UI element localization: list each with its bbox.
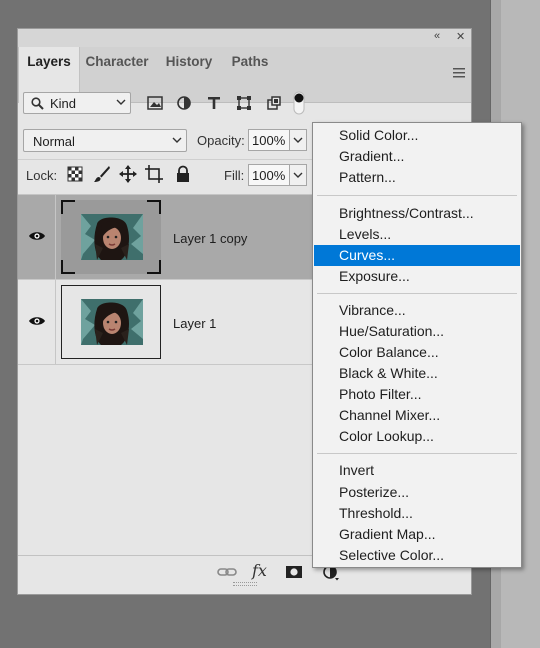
chevron-down-icon [116, 99, 126, 105]
selection-bracket [147, 260, 161, 274]
smart-object-filter-icon[interactable] [264, 93, 284, 113]
lock-label: Lock: [26, 168, 58, 183]
menu-item-threshold[interactable]: Threshold... [314, 503, 520, 524]
layer-name[interactable]: Layer 1 [173, 316, 216, 331]
tab-label: Paths [231, 54, 269, 69]
shape-filter-icon[interactable] [234, 93, 254, 113]
tab-label: Character [85, 54, 149, 69]
blend-mode-select[interactable]: Normal [23, 129, 187, 152]
menu-separator [317, 453, 517, 454]
kind-label: Kind [50, 96, 77, 111]
lock-position-move-icon[interactable] [119, 165, 137, 183]
chevron-down-icon [293, 137, 303, 143]
menu-item-black-white[interactable]: Black & White... [314, 363, 520, 384]
menu-item-vibrance[interactable]: Vibrance... [314, 300, 520, 321]
tab-label: History [165, 54, 213, 69]
selection-bracket [147, 200, 161, 214]
menu-item-channel-mixer[interactable]: Channel Mixer... [314, 405, 520, 426]
fx-icon[interactable]: fx [252, 561, 272, 580]
kind-filter-select[interactable]: Kind [23, 92, 131, 114]
search-icon [31, 97, 44, 110]
menu-item-curves[interactable]: Curves... [314, 245, 520, 266]
opacity-input[interactable]: 100% [248, 129, 290, 151]
visibility-cell[interactable] [18, 195, 56, 279]
blend-mode-value: Normal [33, 134, 75, 149]
menu-item-hue-saturation[interactable]: Hue/Saturation... [314, 321, 520, 342]
portrait-photo [81, 299, 143, 345]
fill-input[interactable]: 100% [248, 164, 290, 186]
menu-item-brightness-contrast[interactable]: Brightness/Contrast... [314, 203, 520, 224]
close-icon[interactable]: ✕ [456, 30, 465, 43]
adjustment-layer-menu: Solid Color... Gradient... Pattern... Br… [312, 122, 522, 568]
collapse-icon[interactable]: « [434, 30, 440, 42]
selection-bracket [61, 200, 75, 214]
type-filter-icon[interactable] [204, 93, 224, 113]
visibility-cell[interactable] [18, 280, 56, 364]
opacity-dropdown-button[interactable] [289, 129, 307, 151]
add-mask-icon[interactable] [284, 563, 304, 581]
menu-separator [317, 293, 517, 294]
menu-item-posterize[interactable]: Posterize... [314, 482, 520, 503]
menu-item-color-balance[interactable]: Color Balance... [314, 342, 520, 363]
opacity-label: Opacity: [197, 133, 245, 148]
layer-thumbnail[interactable] [61, 200, 161, 274]
chevron-down-icon [172, 137, 182, 143]
menu-item-levels[interactable]: Levels... [314, 224, 520, 245]
eye-icon[interactable] [28, 230, 46, 242]
panel-resize-grip[interactable] [233, 582, 257, 586]
fill-label: Fill: [224, 168, 245, 183]
layer-thumbnail[interactable] [61, 285, 161, 359]
panel-menu-icon[interactable] [453, 68, 465, 78]
menu-item-invert[interactable]: Invert [314, 460, 520, 481]
menu-item-gradient-map[interactable]: Gradient Map... [314, 524, 520, 545]
menu-item-solid-color[interactable]: Solid Color... [314, 125, 520, 146]
layer-name[interactable]: Layer 1 copy [173, 231, 247, 246]
eye-icon[interactable] [28, 315, 46, 327]
image-filter-icon[interactable] [145, 93, 165, 113]
menu-item-gradient[interactable]: Gradient... [314, 146, 520, 167]
portrait-photo [81, 214, 143, 260]
adjustment-filter-icon[interactable] [174, 93, 194, 113]
menu-item-photo-filter[interactable]: Photo Filter... [314, 384, 520, 405]
menu-item-color-lookup[interactable]: Color Lookup... [314, 426, 520, 447]
filter-toggle-icon[interactable] [292, 91, 306, 115]
lock-pixels-brush-icon[interactable] [93, 165, 111, 183]
menu-item-exposure[interactable]: Exposure... [314, 266, 520, 287]
panel-titlebar[interactable]: « ✕ [18, 29, 471, 47]
tab-label: Layers [27, 54, 71, 69]
fill-dropdown-button[interactable] [289, 164, 307, 186]
selection-bracket [61, 260, 75, 274]
link-layers-icon[interactable] [217, 563, 237, 581]
lock-transparency-icon[interactable] [66, 165, 84, 183]
chevron-down-icon [293, 172, 303, 178]
lock-artboard-icon[interactable] [145, 165, 163, 183]
filter-row: Kind [18, 85, 471, 121]
menu-item-selective-color[interactable]: Selective Color... [314, 545, 520, 566]
menu-separator [317, 195, 517, 196]
lock-all-icon[interactable] [174, 165, 192, 183]
menu-item-pattern[interactable]: Pattern... [314, 167, 520, 188]
